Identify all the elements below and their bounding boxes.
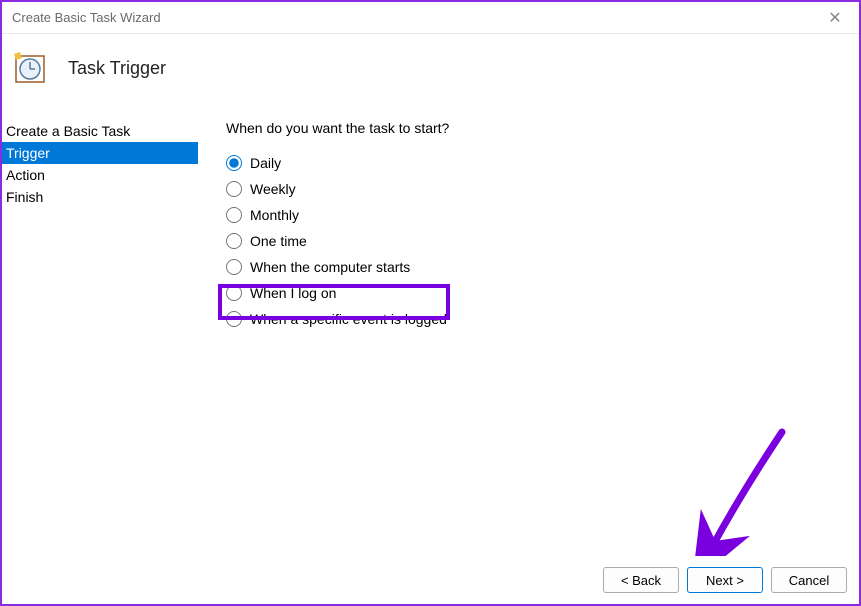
radio-input[interactable] bbox=[226, 181, 242, 197]
sidebar-item-finish[interactable]: Finish bbox=[2, 186, 198, 208]
radio-input[interactable] bbox=[226, 207, 242, 223]
option-label: When a specific event is logged bbox=[250, 311, 447, 327]
option-monthly[interactable]: Monthly bbox=[226, 202, 859, 228]
back-button[interactable]: < Back bbox=[603, 567, 679, 593]
main-panel: When do you want the task to start? Dail… bbox=[198, 112, 859, 554]
option-label: One time bbox=[250, 233, 307, 249]
option-label: When I log on bbox=[250, 285, 336, 301]
sidebar-item-create-a-basic-task[interactable]: Create a Basic Task bbox=[2, 120, 198, 142]
option-label: Weekly bbox=[250, 181, 296, 197]
option-when-a-specific-event-is-logged[interactable]: When a specific event is logged bbox=[226, 306, 859, 332]
prompt-text: When do you want the task to start? bbox=[226, 120, 859, 136]
option-daily[interactable]: Daily bbox=[226, 150, 859, 176]
option-when-i-log-on[interactable]: When I log on bbox=[226, 280, 859, 306]
cancel-button[interactable]: Cancel bbox=[771, 567, 847, 593]
option-label: Monthly bbox=[250, 207, 299, 223]
option-weekly[interactable]: Weekly bbox=[226, 176, 859, 202]
option-one-time[interactable]: One time bbox=[226, 228, 859, 254]
next-button[interactable]: Next > bbox=[687, 567, 763, 593]
radio-input[interactable] bbox=[226, 311, 242, 327]
option-label: When the computer starts bbox=[250, 259, 410, 275]
close-icon[interactable]: ✕ bbox=[819, 8, 851, 28]
footer: < Back Next > Cancel bbox=[2, 556, 859, 604]
radio-input[interactable] bbox=[226, 233, 242, 249]
radio-input[interactable] bbox=[226, 285, 242, 301]
sidebar-item-trigger[interactable]: Trigger bbox=[2, 142, 198, 164]
titlebar: Create Basic Task Wizard ✕ bbox=[2, 2, 859, 34]
page-title: Task Trigger bbox=[68, 58, 166, 79]
option-when-the-computer-starts[interactable]: When the computer starts bbox=[226, 254, 859, 280]
header: Task Trigger bbox=[2, 34, 859, 112]
radio-input[interactable] bbox=[226, 259, 242, 275]
sidebar-item-action[interactable]: Action bbox=[2, 164, 198, 186]
clock-task-icon bbox=[10, 48, 50, 88]
radio-input[interactable] bbox=[226, 155, 242, 171]
option-label: Daily bbox=[250, 155, 281, 171]
sidebar: Create a Basic TaskTriggerActionFinish bbox=[2, 112, 198, 554]
window-title: Create Basic Task Wizard bbox=[12, 10, 161, 25]
